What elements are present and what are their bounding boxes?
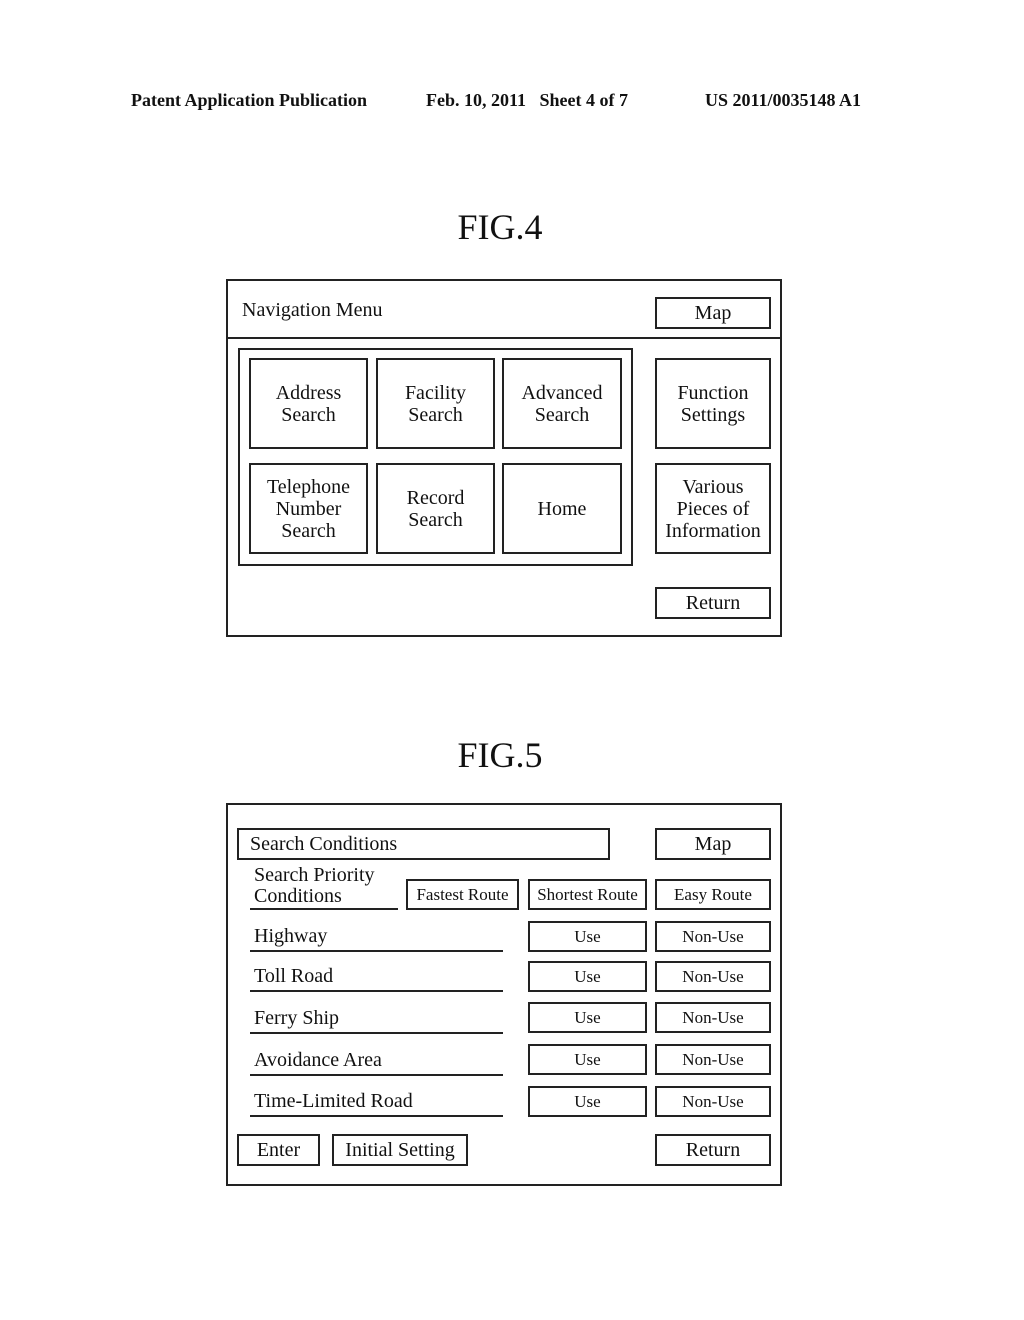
btn-line: Search [534, 403, 590, 426]
initial-setting-label: Initial Setting [345, 1139, 455, 1161]
return-button[interactable]: Return [655, 1134, 771, 1166]
btn-line: Information [665, 519, 761, 542]
btn-line: Search [408, 403, 463, 426]
search-conditions-title-bar: Search Conditions [237, 828, 610, 860]
fig5-label: FIG.5 [457, 735, 543, 775]
btn-line: Number [275, 497, 342, 520]
enter-label: Enter [256, 1139, 301, 1161]
btn-line: Search [281, 403, 336, 426]
btn-line: Facility [404, 381, 467, 404]
ferry-ship-label: Ferry Ship [254, 1007, 339, 1029]
btn-line: Advanced [521, 381, 603, 404]
btn-line: Search [408, 508, 463, 531]
priority-label-line: Search Priority [254, 864, 375, 886]
use-label: Use [574, 1091, 601, 1111]
row-underline [250, 1032, 503, 1034]
btn-line: Pieces of [676, 497, 750, 520]
nonuse-label: Non-Use [682, 926, 744, 946]
row-underline [250, 950, 503, 952]
publication-date-sheet: Feb. 10, 2011 Sheet 4 of 7 [426, 90, 628, 110]
avoidance-area-nonuse-button[interactable]: Non-Use [655, 1044, 771, 1075]
btn-line: Function [677, 381, 749, 404]
row-underline [250, 1115, 503, 1117]
facility-search-button[interactable]: Facility Search [376, 358, 495, 449]
navigation-menu-title: Navigation Menu [242, 299, 383, 321]
nonuse-label: Non-Use [682, 966, 744, 986]
highway-use-button[interactable]: Use [528, 921, 647, 952]
avoidance-area-label: Avoidance Area [254, 1049, 382, 1071]
publication-title: Patent Application Publication [131, 90, 368, 110]
map-button-label: Map [694, 833, 732, 855]
nonuse-label: Non-Use [682, 1007, 744, 1027]
priority-label-line: Conditions [254, 885, 342, 907]
search-priority-label: Search Priority Conditions [254, 865, 375, 907]
use-label: Use [574, 1049, 601, 1069]
nonuse-label: Non-Use [682, 1091, 744, 1111]
address-search-button[interactable]: Address Search [249, 358, 368, 449]
advanced-search-button[interactable]: Advanced Search [502, 358, 622, 449]
btn-line: Telephone [266, 475, 350, 498]
toll-road-nonuse-button[interactable]: Non-Use [655, 961, 771, 992]
highway-label: Highway [254, 925, 328, 947]
btn-line: Various [682, 475, 744, 498]
btn-line: Home [537, 497, 587, 520]
option-label: Fastest Route [416, 884, 509, 904]
search-conditions-title: Search Conditions [250, 833, 398, 855]
shortest-route-button[interactable]: Shortest Route [528, 879, 647, 910]
fig4-label: FIG.4 [457, 207, 543, 247]
initial-setting-button[interactable]: Initial Setting [332, 1134, 468, 1166]
ferry-ship-nonuse-button[interactable]: Non-Use [655, 1002, 771, 1033]
telephone-number-search-button[interactable]: Telephone Number Search [249, 463, 368, 554]
avoidance-area-use-button[interactable]: Use [528, 1044, 647, 1075]
fastest-route-button[interactable]: Fastest Route [406, 879, 519, 910]
navigation-menu-screen: Navigation Menu Map Address Search Facili… [226, 279, 782, 637]
row-underline [250, 990, 503, 992]
btn-line: Address [275, 381, 342, 404]
return-button-label: Return [685, 1139, 741, 1161]
map-button[interactable]: Map [655, 297, 771, 329]
use-label: Use [574, 1007, 601, 1027]
record-search-button[interactable]: Record Search [376, 463, 495, 554]
toll-road-use-button[interactable]: Use [528, 961, 647, 992]
btn-line: Settings [680, 403, 746, 426]
publication-number: US 2011/0035148 A1 [705, 90, 862, 110]
home-button[interactable]: Home [502, 463, 622, 554]
use-label: Use [574, 966, 601, 986]
ferry-ship-use-button[interactable]: Use [528, 1002, 647, 1033]
return-button-label: Return [685, 592, 741, 614]
various-information-button[interactable]: Various Pieces of Information [655, 463, 771, 554]
nonuse-label: Non-Use [682, 1049, 744, 1069]
map-button-label: Map [694, 302, 732, 324]
toll-road-label: Toll Road [254, 965, 334, 987]
option-label: Shortest Route [537, 884, 638, 904]
option-label: Easy Route [674, 884, 752, 904]
priority-underline [250, 908, 398, 910]
enter-button[interactable]: Enter [237, 1134, 320, 1166]
btn-line: Record [406, 486, 465, 509]
time-limited-road-nonuse-button[interactable]: Non-Use [655, 1086, 771, 1117]
easy-route-button[interactable]: Easy Route [655, 879, 771, 910]
time-limited-road-label: Time-Limited Road [254, 1090, 413, 1112]
row-underline [250, 1074, 503, 1076]
return-button[interactable]: Return [655, 587, 771, 619]
function-settings-button[interactable]: Function Settings [655, 358, 771, 449]
search-conditions-screen: Search Conditions Map Search Priority Co… [226, 803, 782, 1186]
highway-nonuse-button[interactable]: Non-Use [655, 921, 771, 952]
use-label: Use [574, 926, 601, 946]
btn-line: Search [281, 519, 336, 542]
map-button[interactable]: Map [655, 828, 771, 860]
title-divider [228, 337, 780, 339]
time-limited-road-use-button[interactable]: Use [528, 1086, 647, 1117]
